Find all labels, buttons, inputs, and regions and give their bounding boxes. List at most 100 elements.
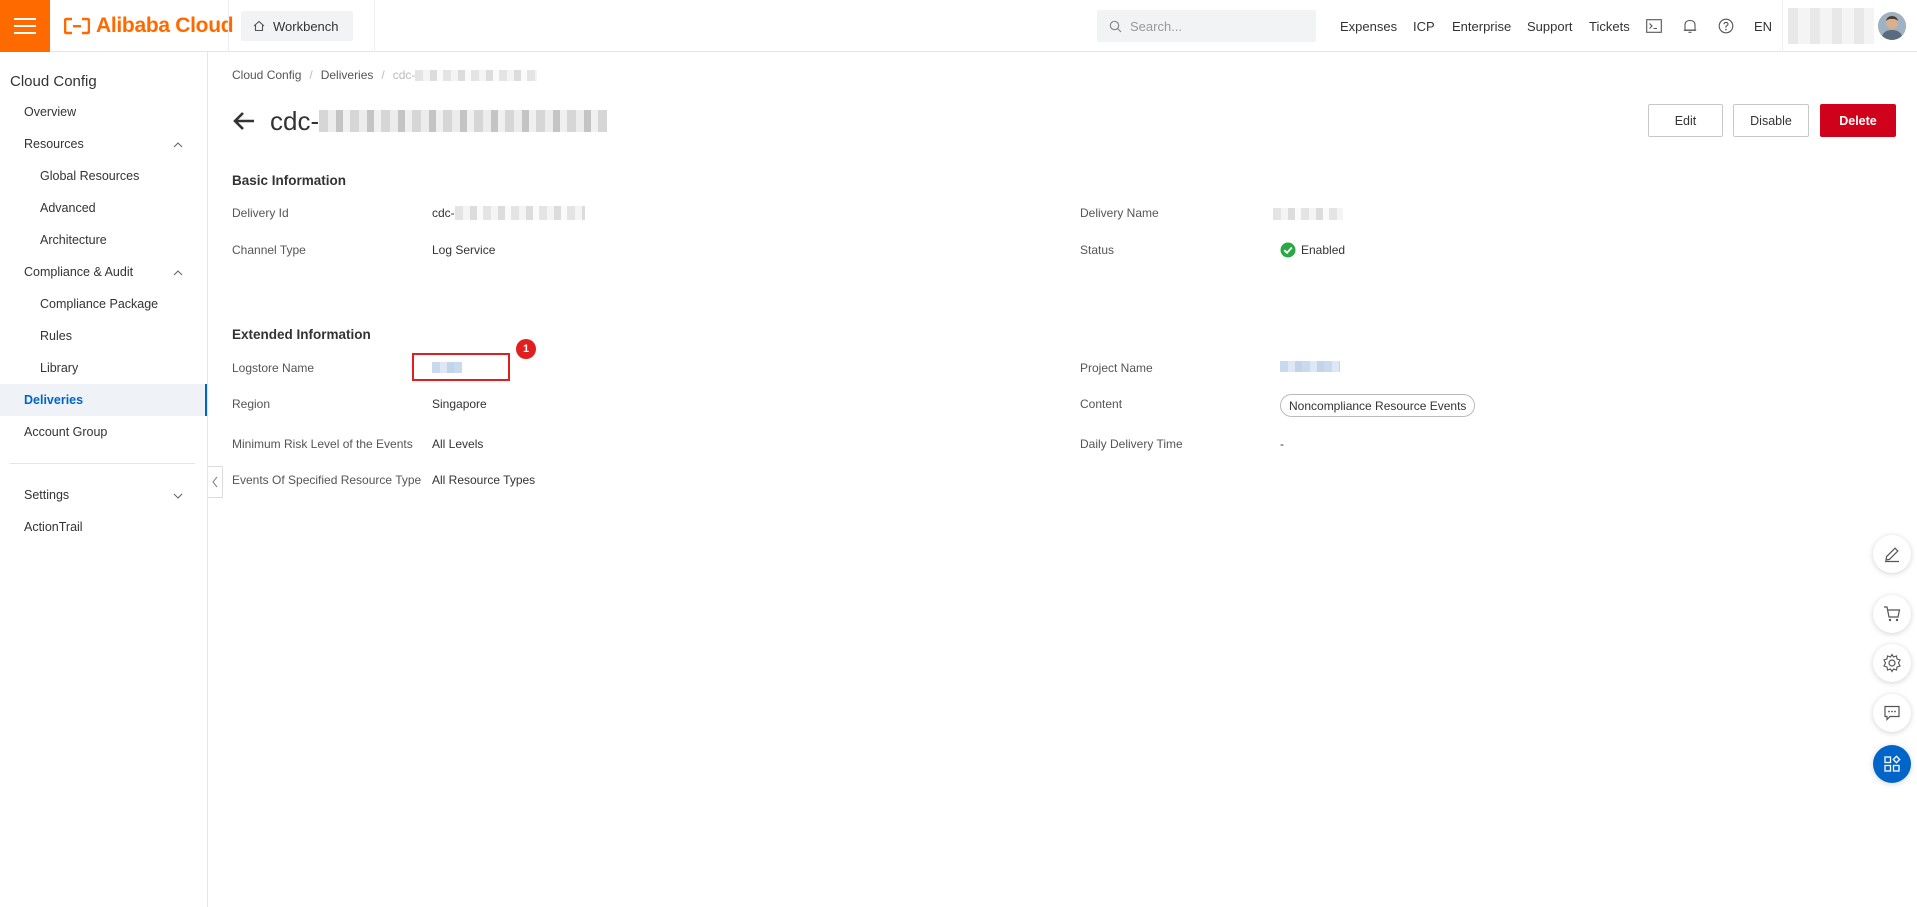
nav-tickets[interactable]: Tickets (1589, 0, 1630, 52)
nav-expenses[interactable]: Expenses (1340, 0, 1397, 52)
chevron-down-icon (173, 493, 183, 499)
sidebar-item-rules[interactable]: Rules (0, 320, 207, 352)
nav-icp[interactable]: ICP (1413, 0, 1435, 52)
bell-icon[interactable] (1680, 16, 1700, 36)
redacted-name (1273, 208, 1343, 220)
sidebar-item-advanced[interactable]: Advanced (0, 192, 207, 224)
breadcrumb-deliveries[interactable]: Deliveries (321, 68, 374, 82)
redacted-project (1280, 361, 1340, 372)
min-risk-level-value: All Levels (432, 437, 484, 451)
gear-icon (1883, 653, 1901, 673)
chevron-up-icon (173, 270, 183, 276)
search-icon (1109, 20, 1122, 32)
sidebar-item-global-resources[interactable]: Global Resources (0, 160, 207, 192)
pencil-icon (1885, 547, 1899, 563)
terminal-icon[interactable] (1644, 16, 1664, 36)
edit-button[interactable]: Edit (1648, 104, 1723, 137)
events-resource-type-label: Events Of Specified Resource Type (232, 473, 422, 487)
sidebar-item-label: Global Resources (40, 169, 140, 183)
min-risk-level-label: Minimum Risk Level of the Events (232, 437, 413, 451)
content-label: Content (1080, 397, 1123, 411)
sidebar-item-label: Settings (24, 488, 70, 502)
edit-feedback-button[interactable] (1873, 535, 1911, 573)
status-label: Status (1080, 243, 1115, 257)
top-navigation-bar: Alibaba Cloud Workbench Expenses ICP Ent… (0, 0, 1917, 52)
check-circle-icon (1280, 242, 1296, 258)
delivery-name-value (1273, 208, 1343, 223)
status-text: Enabled (1301, 243, 1346, 257)
annotation-badge: 1 (516, 339, 536, 359)
search-input[interactable] (1130, 18, 1300, 34)
daily-delivery-time-label: Daily Delivery Time (1080, 437, 1183, 451)
project-name-value[interactable] (1280, 361, 1340, 375)
delete-button[interactable]: Delete (1820, 104, 1896, 137)
divider (374, 0, 375, 52)
settings-button[interactable] (1873, 644, 1911, 682)
language-switch[interactable]: EN (1754, 0, 1772, 52)
page-title-prefix: cdc- (270, 105, 320, 136)
chat-icon (1884, 705, 1900, 721)
breadcrumb-cloud-config[interactable]: Cloud Config (232, 68, 301, 82)
redacted-id (454, 206, 585, 220)
sidebar-item-compliance-package[interactable]: Compliance Package (0, 288, 207, 320)
sidebar-item-account-group[interactable]: Account Group (0, 416, 207, 448)
sidebar-title: Cloud Config (10, 73, 97, 90)
sidebar-item-library[interactable]: Library (0, 352, 207, 384)
channel-type-value: Log Service (432, 243, 496, 257)
account-name-redacted[interactable] (1788, 8, 1874, 44)
apps-button[interactable] (1873, 745, 1911, 783)
sidebar-item-actiontrail[interactable]: ActionTrail (0, 511, 207, 543)
redacted-title (319, 110, 608, 132)
nav-enterprise-label[interactable]: Enterprise (1452, 19, 1511, 34)
nav-tickets-label[interactable]: Tickets (1589, 19, 1630, 34)
workbench-label: Workbench (273, 18, 339, 34)
content-tag: Noncompliance Resource Events (1280, 394, 1476, 417)
sidebar-item-compliance-audit[interactable]: Compliance & Audit (0, 256, 207, 288)
daily-delivery-time-value: - (1280, 437, 1284, 451)
sidebar-item-label: Library (40, 361, 79, 375)
delivery-name-label: Delivery Name (1080, 206, 1159, 220)
sidebar-item-settings[interactable]: Settings (0, 479, 207, 511)
nav-enterprise[interactable]: Enterprise (1452, 0, 1511, 52)
sidebar-item-overview[interactable]: Overview (0, 96, 207, 128)
extended-information-heading: Extended Information (232, 327, 371, 342)
chat-button[interactable] (1873, 694, 1911, 732)
sidebar-item-label: Account Group (24, 425, 108, 439)
help-icon[interactable] (1716, 16, 1736, 36)
sidebar-item-deliveries[interactable]: Deliveries (0, 384, 207, 416)
sidebar-item-label: Resources (24, 137, 84, 151)
divider (1782, 0, 1783, 52)
grid-apps-icon (1884, 755, 1901, 772)
nav-support-label[interactable]: Support (1527, 19, 1573, 34)
disable-button[interactable]: Disable (1733, 104, 1809, 137)
avatar[interactable] (1878, 12, 1906, 40)
sidebar-item-label: Advanced (40, 201, 96, 215)
back-arrow-icon[interactable] (232, 109, 256, 133)
sidebar-item-architecture[interactable]: Architecture (0, 224, 207, 256)
logstore-name-label: Logstore Name (232, 361, 315, 375)
sidebar-item-label: Rules (40, 329, 72, 343)
nav-support[interactable]: Support (1527, 0, 1573, 52)
language-label[interactable]: EN (1754, 19, 1772, 34)
region-label: Region (232, 397, 271, 411)
nav-icp-label[interactable]: ICP (1413, 19, 1435, 34)
project-name-label: Project Name (1080, 361, 1153, 375)
redacted-id (415, 70, 538, 82)
cart-button[interactable] (1873, 595, 1911, 633)
nav-expenses-label[interactable]: Expenses (1340, 19, 1397, 34)
divider (228, 0, 229, 52)
channel-type-label: Channel Type (232, 243, 306, 257)
sidebar-collapse-button[interactable] (208, 466, 223, 498)
search-box[interactable] (1097, 10, 1316, 42)
status-value: Enabled (1280, 242, 1345, 258)
brand-name: Alibaba Cloud (96, 14, 234, 37)
sidebar-item-label: Compliance & Audit (24, 265, 134, 279)
alibaba-cloud-logo[interactable]: Alibaba Cloud (64, 14, 234, 38)
breadcrumb: Cloud Config / Deliveries / cdc- (232, 68, 538, 82)
workbench-button[interactable]: Workbench (241, 11, 353, 41)
menu-icon[interactable] (0, 0, 50, 52)
cart-icon (1884, 606, 1901, 622)
breadcrumb-current-prefix: cdc- (392, 68, 416, 82)
sidebar-item-resources[interactable]: Resources (0, 128, 207, 160)
chevron-left-icon (212, 476, 218, 488)
